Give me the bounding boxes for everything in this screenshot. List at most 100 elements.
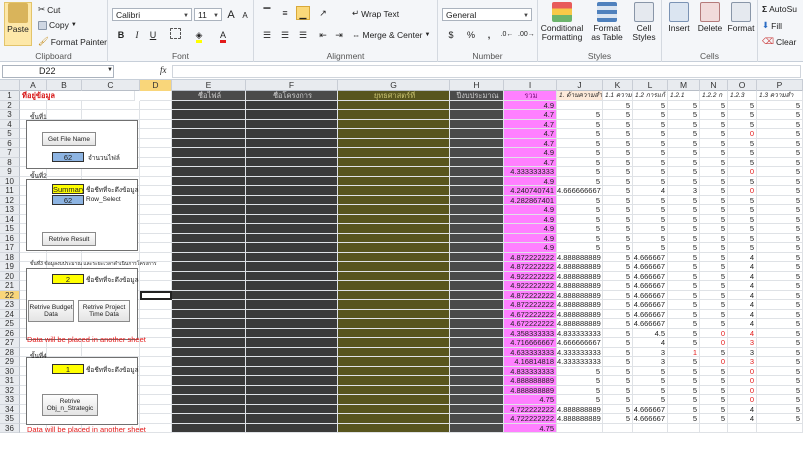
cell-o[interactable]: 4: [728, 252, 757, 262]
cell-e[interactable]: [172, 414, 246, 424]
cell-o[interactable]: 5: [728, 205, 757, 215]
cell-m[interactable]: 5: [668, 309, 700, 319]
cell-l[interactable]: 4.666667: [633, 290, 668, 300]
cell-l[interactable]: [633, 423, 668, 433]
cell-c[interactable]: [82, 347, 140, 357]
cell-p[interactable]: 5: [757, 195, 803, 205]
cell-h[interactable]: [450, 252, 504, 262]
cell-i[interactable]: 4.872222222: [504, 300, 557, 310]
cell-f[interactable]: ชื่อโครงการ: [246, 91, 338, 101]
cell-k[interactable]: 5: [603, 214, 633, 224]
merge-center-button[interactable]: ⇔ Merge & Center ▼: [352, 30, 430, 40]
cell-k[interactable]: 5: [603, 328, 633, 338]
cell-n[interactable]: 5: [700, 366, 728, 376]
cell-h[interactable]: [450, 205, 504, 215]
number-format-select[interactable]: General ▼: [442, 8, 532, 21]
cell-d[interactable]: [140, 157, 172, 167]
cell-g[interactable]: [338, 148, 450, 158]
cell-l[interactable]: 4.666667: [633, 319, 668, 329]
cell-d[interactable]: [140, 205, 172, 215]
row-header[interactable]: 34: [0, 404, 20, 414]
cell-o[interactable]: [728, 423, 757, 433]
cell-n[interactable]: 5: [700, 404, 728, 414]
cell-f[interactable]: [246, 119, 338, 129]
cell-n[interactable]: 5: [700, 110, 728, 120]
cell-p[interactable]: 5: [757, 186, 803, 196]
cell-g[interactable]: [338, 328, 450, 338]
cell-l[interactable]: 5: [633, 110, 668, 120]
cell-f[interactable]: [246, 414, 338, 424]
cell-k[interactable]: 5: [603, 347, 633, 357]
cell-h[interactable]: [450, 100, 504, 110]
cell-l[interactable]: 5: [633, 195, 668, 205]
cell-e[interactable]: [172, 157, 246, 167]
row-header[interactable]: 25: [0, 319, 20, 329]
cell-p[interactable]: 5: [757, 100, 803, 110]
cell-d[interactable]: [140, 309, 172, 319]
cell-h[interactable]: [450, 290, 504, 300]
cell-j[interactable]: 4.888888889: [557, 319, 603, 329]
cell-e[interactable]: [172, 148, 246, 158]
cell-n[interactable]: 5: [700, 395, 728, 405]
cell-h[interactable]: [450, 414, 504, 424]
row-header[interactable]: 4: [0, 119, 20, 129]
cell-n[interactable]: 5: [700, 309, 728, 319]
cell-p[interactable]: 5: [757, 385, 803, 395]
grow-font-button[interactable]: A: [224, 8, 238, 22]
cell-e[interactable]: [172, 385, 246, 395]
cell-i[interactable]: 4.7: [504, 157, 557, 167]
cell-g[interactable]: [338, 290, 450, 300]
cell-e[interactable]: [172, 110, 246, 120]
cell-k[interactable]: 5: [603, 319, 633, 329]
cell-e[interactable]: [172, 357, 246, 367]
increase-indent-button[interactable]: ⇥: [332, 28, 346, 42]
cell-p[interactable]: 5: [757, 347, 803, 357]
cell-m[interactable]: 5: [668, 328, 700, 338]
cell-n[interactable]: 5: [700, 176, 728, 186]
cell-i[interactable]: 4.872222222: [504, 290, 557, 300]
cell-n[interactable]: 5: [700, 319, 728, 329]
active-cell-d22[interactable]: [140, 290, 172, 300]
cell-o[interactable]: 5: [728, 243, 757, 253]
cell-o[interactable]: 3: [728, 357, 757, 367]
shrink-font-button[interactable]: A: [238, 9, 252, 23]
cell-i[interactable]: 4.7: [504, 119, 557, 129]
cell-f[interactable]: [246, 262, 338, 272]
cell-o[interactable]: 4: [728, 290, 757, 300]
cell-e[interactable]: [172, 423, 246, 433]
cell-f[interactable]: [246, 328, 338, 338]
row-header[interactable]: 16: [0, 233, 20, 243]
column-header-c[interactable]: C: [82, 80, 140, 91]
cell-n[interactable]: 5: [700, 214, 728, 224]
budget-sheet-box[interactable]: 2: [52, 274, 84, 284]
cell-p[interactable]: 5: [757, 271, 803, 281]
cell-h[interactable]: [450, 271, 504, 281]
cell-e[interactable]: [172, 186, 246, 196]
cell-g[interactable]: [338, 195, 450, 205]
cell-l[interactable]: 4.666667: [633, 414, 668, 424]
row-header[interactable]: 15: [0, 224, 20, 234]
cell-j[interactable]: 5: [557, 148, 603, 158]
cell-o[interactable]: 5: [728, 195, 757, 205]
name-box[interactable]: D22: [2, 65, 114, 78]
row-header[interactable]: 3: [0, 110, 20, 120]
cell-b[interactable]: [47, 110, 82, 120]
cell-f[interactable]: [246, 100, 338, 110]
cell-f[interactable]: [246, 214, 338, 224]
fill-button[interactable]: ⬇ Fill: [762, 20, 782, 31]
cell-k[interactable]: 5: [603, 281, 633, 291]
cell-n[interactable]: 5: [700, 100, 728, 110]
cell-l[interactable]: 5: [633, 395, 668, 405]
row-select-box[interactable]: 62: [52, 195, 84, 205]
cell-i[interactable]: 4.75: [504, 423, 557, 433]
cell-n[interactable]: 5: [700, 414, 728, 424]
cell-l[interactable]: 5: [633, 366, 668, 376]
orientation-button[interactable]: ↗: [316, 6, 330, 20]
conditional-formatting-button[interactable]: Conditional Formatting: [540, 2, 584, 48]
cell-g[interactable]: [338, 214, 450, 224]
cell-o[interactable]: 0: [728, 366, 757, 376]
cell-p[interactable]: 5: [757, 300, 803, 310]
cell-f[interactable]: [246, 395, 338, 405]
cell-f[interactable]: [246, 195, 338, 205]
cell-j[interactable]: 5: [557, 129, 603, 139]
